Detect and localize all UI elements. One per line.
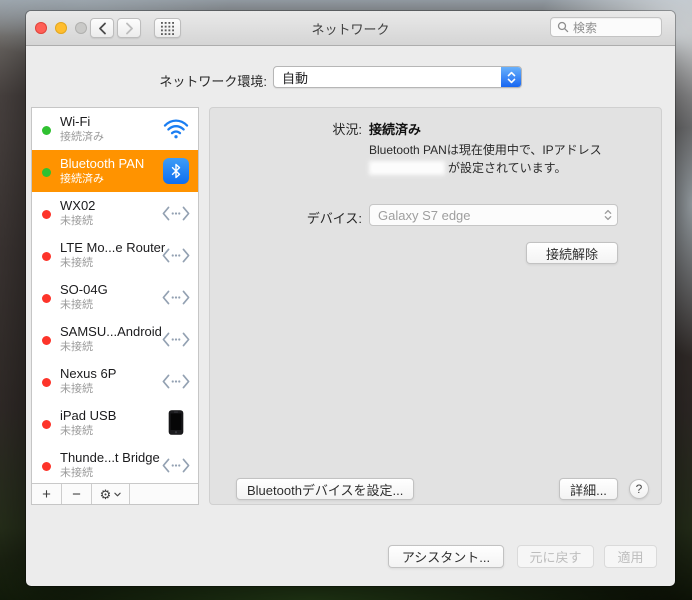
chevron-left-icon — [98, 22, 107, 35]
interface-status: 接続済み — [60, 131, 160, 144]
sidebar-item-wifi[interactable]: Wi-Fi 接続済み — [32, 108, 198, 150]
setup-bluetooth-button[interactable]: Bluetoothデバイスを設定... — [236, 478, 414, 500]
interface-status: 未接続 — [60, 341, 160, 354]
search-input[interactable]: 検索 — [550, 17, 662, 37]
device-label: デバイス: — [210, 208, 362, 227]
status-dot-disconnected — [42, 294, 51, 303]
sidebar-item-thunderbolt-bridge[interactable]: Thunde...t Bridge 未接続 — [32, 444, 198, 484]
revert-button: 元に戻す — [517, 545, 594, 568]
status-label: 状況: — [210, 119, 362, 138]
show-all-button[interactable] — [154, 18, 181, 38]
interface-list: Wi-Fi 接続済み Bluetooth PAN 接続済み — [31, 107, 199, 505]
zoom-button — [75, 22, 87, 34]
forward-button — [117, 18, 141, 38]
network-environment-value: 自動 — [274, 68, 501, 87]
network-environment-select[interactable]: 自動 — [273, 66, 522, 88]
interface-name: WX02 — [60, 199, 160, 214]
interface-status: 未接続 — [60, 257, 160, 270]
pan-link-icon — [160, 289, 192, 306]
interface-status: 未接続 — [60, 383, 160, 396]
status-description-line2: が設定されています。 — [448, 159, 566, 177]
toolbar-filler — [130, 484, 198, 504]
sidebar-item-ipad-usb[interactable]: iPad USB 未接続 — [32, 402, 198, 444]
search-placeholder: 検索 — [573, 19, 597, 36]
action-menu-button[interactable]: ⚙ — [92, 484, 130, 504]
sidebar-item-samsung-android[interactable]: SAMSU...Android 未接続 — [32, 318, 198, 360]
advanced-button[interactable]: 詳細... — [559, 478, 618, 500]
popup-arrows-icon — [501, 67, 521, 87]
interface-status: 未接続 — [60, 425, 160, 438]
interface-name: Bluetooth PAN — [60, 157, 160, 172]
device-select[interactable]: Galaxy S7 edge — [369, 204, 618, 226]
status-description-line1: Bluetooth PANは現在使用中で、IPアドレス — [369, 141, 649, 159]
sidebar-item-so04g[interactable]: SO-04G 未接続 — [32, 276, 198, 318]
network-environment-label: ネットワーク環境: — [159, 71, 267, 90]
add-interface-button[interactable]: + — [32, 484, 62, 504]
redacted-ip-address — [369, 161, 445, 175]
interface-name: Thunde...t Bridge — [60, 451, 160, 466]
pan-link-icon — [160, 247, 192, 264]
status-dot-disconnected — [42, 420, 51, 429]
pan-link-icon — [160, 457, 192, 474]
interface-status: 接続済み — [60, 173, 160, 186]
interface-name: SAMSU...Android — [60, 325, 160, 340]
sidebar-item-bluetooth-pan[interactable]: Bluetooth PAN 接続済み — [32, 150, 198, 192]
help-button[interactable]: ? — [629, 479, 649, 499]
interface-status: 未接続 — [60, 467, 160, 480]
mobile-device-icon — [160, 410, 192, 436]
bluetooth-icon — [163, 158, 189, 184]
list-toolbar: + − ⚙ — [32, 483, 198, 504]
pan-link-icon — [160, 205, 192, 222]
status-dot-disconnected — [42, 378, 51, 387]
status-value: 接続済み — [369, 119, 421, 138]
traffic-lights — [35, 22, 87, 34]
minimize-button[interactable] — [55, 22, 67, 34]
interface-name: Nexus 6P — [60, 367, 160, 382]
status-description: Bluetooth PANは現在使用中で、IPアドレス が設定されています。 — [369, 141, 649, 177]
status-dot-disconnected — [42, 252, 51, 261]
status-dot-connected — [42, 126, 51, 135]
interface-status: 未接続 — [60, 299, 160, 312]
status-dot-connected — [42, 168, 51, 177]
sidebar-item-nexus-6p[interactable]: Nexus 6P 未接続 — [32, 360, 198, 402]
remove-interface-button[interactable]: − — [62, 484, 92, 504]
interface-status: 未接続 — [60, 215, 160, 228]
sidebar-item-wx02[interactable]: WX02 未接続 — [32, 192, 198, 234]
interface-rows: Wi-Fi 接続済み Bluetooth PAN 接続済み — [32, 108, 198, 484]
sidebar-item-lte-router[interactable]: LTE Mo...e Router 未接続 — [32, 234, 198, 276]
search-icon — [557, 21, 569, 33]
status-dot-disconnected — [42, 210, 51, 219]
back-button[interactable] — [90, 18, 114, 38]
interface-name: Wi-Fi — [60, 115, 160, 130]
interface-name: iPad USB — [60, 409, 160, 424]
interface-name: SO-04G — [60, 283, 160, 298]
title-bar[interactable]: ネットワーク 検索 — [26, 11, 675, 46]
apply-button: 適用 — [604, 545, 657, 568]
chevron-down-icon — [114, 492, 121, 497]
pan-link-icon — [160, 331, 192, 348]
network-preferences-window: ネットワーク 検索 ネットワーク環境: 自動 Wi-Fi 接続済み — [26, 11, 675, 586]
grid-icon — [161, 22, 174, 35]
gear-icon: ⚙ — [100, 488, 112, 501]
status-dot-disconnected — [42, 336, 51, 345]
status-dot-disconnected — [42, 462, 51, 471]
chevron-right-icon — [125, 22, 134, 35]
interface-name: LTE Mo...e Router — [60, 241, 160, 256]
close-button[interactable] — [35, 22, 47, 34]
detail-panel: 状況: 接続済み Bluetooth PANは現在使用中で、IPアドレス が設定… — [209, 107, 662, 505]
device-value: Galaxy S7 edge — [370, 208, 599, 223]
wifi-icon — [160, 119, 192, 139]
pan-link-icon — [160, 373, 192, 390]
disconnect-button[interactable]: 接続解除 — [526, 242, 618, 264]
assistant-button[interactable]: アシスタント... — [388, 545, 504, 568]
popup-arrows-icon — [599, 209, 617, 221]
